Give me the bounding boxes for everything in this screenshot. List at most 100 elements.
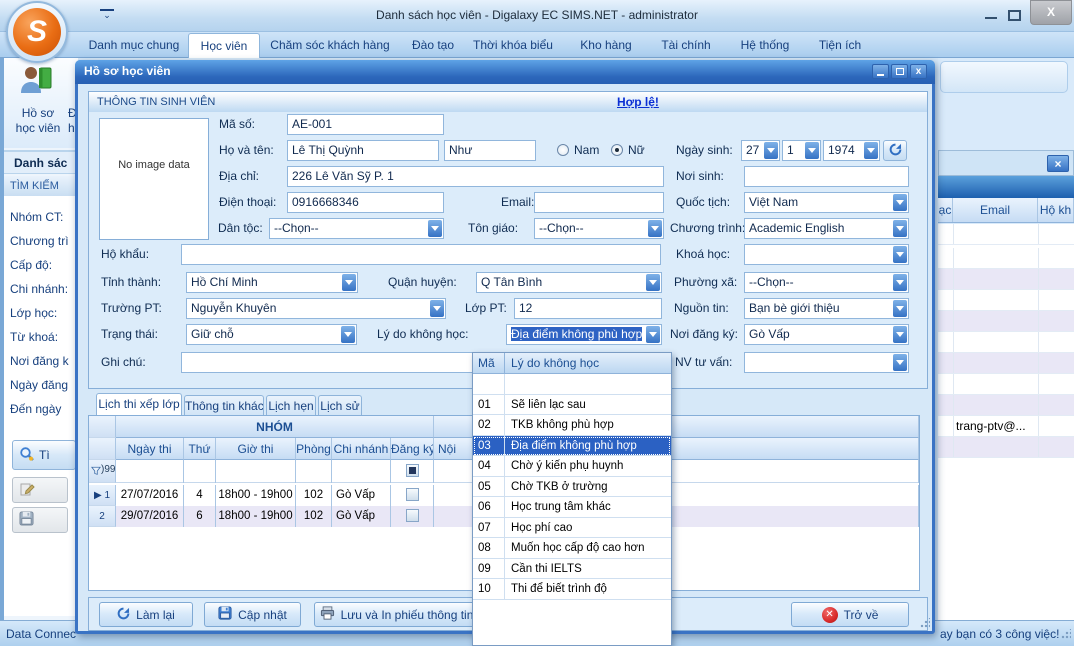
chevron-down-icon[interactable] bbox=[646, 274, 660, 291]
popup-row[interactable]: 07Học phí cao bbox=[473, 518, 671, 539]
filter-cell[interactable] bbox=[116, 460, 184, 483]
chevron-down-icon[interactable] bbox=[764, 142, 778, 159]
table-row[interactable] bbox=[938, 311, 1074, 332]
filter-cell[interactable] bbox=[216, 460, 296, 483]
valid-link[interactable]: Hợp lệ! bbox=[617, 95, 659, 109]
back-button[interactable]: ✕ Trở về bbox=[791, 602, 909, 627]
radio-nam[interactable] bbox=[557, 144, 569, 156]
table-row[interactable] bbox=[938, 353, 1074, 374]
menu-kho-hang[interactable]: Kho hàng bbox=[574, 32, 638, 58]
student-profile-icon[interactable] bbox=[18, 63, 56, 106]
chevron-down-icon[interactable] bbox=[893, 194, 907, 211]
popup-row[interactable]: 09Cần thi IELTS bbox=[473, 559, 671, 580]
chevron-down-icon[interactable] bbox=[430, 300, 444, 317]
popup-row[interactable]: 04Chờ ý kiến phụ huynh bbox=[473, 456, 671, 477]
table-row-email[interactable]: trang-ptv@... bbox=[938, 416, 1074, 437]
ma-so-field[interactable]: AE-001 bbox=[287, 114, 444, 135]
chevron-down-icon[interactable] bbox=[893, 246, 907, 263]
menu-he-thong[interactable]: Hệ thống bbox=[734, 32, 796, 58]
menu-cham-soc-khach-hang[interactable]: Chăm sóc khách hàng bbox=[268, 32, 392, 58]
resize-grip[interactable] bbox=[1061, 629, 1071, 639]
chevron-down-icon[interactable] bbox=[342, 274, 356, 291]
close-icon[interactable]: x bbox=[910, 64, 927, 79]
birth-year-combo[interactable]: 1974 bbox=[823, 140, 880, 161]
tinh-thanh-combo[interactable]: Hồ Chí Minh bbox=[186, 272, 358, 293]
noi-dang-ky-combo[interactable]: Gò Vấp bbox=[744, 324, 909, 345]
filter-checkbox[interactable] bbox=[406, 464, 419, 477]
column-phong[interactable]: Phòng bbox=[296, 438, 332, 460]
noi-sinh-field[interactable] bbox=[744, 166, 909, 187]
dia-chi-field[interactable]: 226 Lê Văn Sỹ P. 1 bbox=[287, 166, 664, 187]
table-row[interactable] bbox=[938, 269, 1074, 290]
menu-thoi-khoa-bieu[interactable]: Thời khóa biểu bbox=[470, 32, 556, 58]
chevron-down-icon[interactable] bbox=[893, 300, 907, 317]
email-field[interactable] bbox=[534, 192, 664, 213]
toolbar-button-label-line2[interactable]: học viên bbox=[6, 121, 70, 135]
filter-cell[interactable] bbox=[184, 460, 216, 483]
band-nhom[interactable]: NHÓM bbox=[116, 416, 434, 438]
trang-thai-combo[interactable]: Giữ chỗ bbox=[186, 324, 357, 345]
column-ngay-thi[interactable]: Ngày thi bbox=[116, 438, 184, 460]
column-email[interactable]: Email bbox=[953, 198, 1038, 222]
chevron-down-icon[interactable] bbox=[428, 220, 442, 237]
column-lien-lac[interactable]: ạc bbox=[938, 198, 953, 222]
table-row[interactable] bbox=[938, 248, 1074, 269]
register-checkbox[interactable] bbox=[406, 509, 419, 522]
radio-nu[interactable] bbox=[611, 144, 623, 156]
column-thu[interactable]: Thứ bbox=[184, 438, 216, 460]
dialog-titlebar[interactable]: Hồ sơ học viên x bbox=[75, 60, 935, 84]
chevron-down-icon[interactable] bbox=[341, 326, 355, 343]
column-chi-nhanh[interactable]: Chi nhánh bbox=[332, 438, 391, 460]
ho-khau-field[interactable] bbox=[181, 244, 661, 265]
filter-cell[interactable] bbox=[296, 460, 332, 483]
dan-toc-combo[interactable]: --Chọn-- bbox=[269, 218, 444, 239]
update-button[interactable]: Cập nhật bbox=[204, 602, 301, 627]
chuong-trinh-combo[interactable]: Academic English bbox=[744, 218, 909, 239]
menu-hoc-vien[interactable]: Học viên bbox=[188, 33, 260, 58]
quan-huyen-combo[interactable]: Q Tân Bình bbox=[476, 272, 662, 293]
chevron-down-icon[interactable] bbox=[893, 274, 907, 291]
close-icon[interactable]: × bbox=[1047, 155, 1069, 172]
tab-lich-thi-xep-lop[interactable]: Lịch thi xếp lớp bbox=[96, 393, 182, 415]
birth-day-combo[interactable]: 27 bbox=[741, 140, 780, 161]
chevron-down-icon[interactable] bbox=[893, 354, 907, 371]
birth-month-combo[interactable]: 1 bbox=[782, 140, 821, 161]
chevron-down-icon[interactable] bbox=[864, 142, 878, 159]
refresh-age-button[interactable] bbox=[883, 140, 907, 161]
ten-field[interactable]: Như bbox=[444, 140, 536, 161]
chevron-down-icon[interactable] bbox=[648, 220, 662, 237]
column-dang-ky[interactable]: Đăng ký bbox=[391, 438, 434, 460]
filter-cell-dang-ky[interactable] bbox=[391, 460, 434, 483]
minimize-icon[interactable] bbox=[872, 64, 889, 79]
save-button-sidebar[interactable] bbox=[12, 507, 68, 533]
popup-row[interactable]: 08Muốn học cấp độ cao hơn bbox=[473, 538, 671, 559]
popup-row[interactable]: 06Học trung tâm khác bbox=[473, 497, 671, 518]
chevron-down-icon[interactable] bbox=[805, 142, 819, 159]
menu-tai-chinh[interactable]: Tài chính bbox=[656, 32, 716, 58]
tab-thong-tin-khac[interactable]: Thông tin khác bbox=[184, 395, 264, 417]
table-row[interactable] bbox=[938, 395, 1074, 416]
quoc-tich-combo[interactable]: Việt Nam bbox=[744, 192, 909, 213]
maximize-icon[interactable] bbox=[1006, 7, 1024, 21]
dien-thoai-field[interactable]: 0916668346 bbox=[287, 192, 444, 213]
nv-tu-van-combo[interactable] bbox=[744, 352, 909, 373]
tab-danh-sach[interactable]: Danh sác bbox=[4, 150, 78, 174]
menu-dao-tao[interactable]: Đào tạo bbox=[404, 32, 462, 58]
toolbar-button2-fragment2[interactable]: h bbox=[68, 121, 75, 135]
khoa-hoc-combo[interactable] bbox=[744, 244, 909, 265]
dialog-resize-grip[interactable] bbox=[920, 618, 930, 628]
chevron-down-icon[interactable] bbox=[646, 326, 660, 343]
chevron-down-icon[interactable] bbox=[893, 326, 907, 343]
ly-do-combo[interactable]: Địa điểm không phù hợp bbox=[506, 324, 662, 345]
truong-pt-combo[interactable]: Nguyễn Khuyên bbox=[186, 298, 446, 319]
ho-field[interactable]: Lê Thị Quỳnh bbox=[287, 140, 439, 161]
search-button[interactable]: Tì bbox=[12, 440, 76, 470]
column-gio-thi[interactable]: Giờ thi bbox=[216, 438, 296, 460]
popup-row-empty[interactable] bbox=[473, 374, 671, 395]
nguon-tin-combo[interactable]: Bạn bè giới thiệu bbox=[744, 298, 909, 319]
lop-pt-field[interactable]: 12 bbox=[514, 298, 662, 319]
phuong-xa-combo[interactable]: --Chọn-- bbox=[744, 272, 909, 293]
menu-tien-ich[interactable]: Tiện ích bbox=[812, 32, 868, 58]
close-icon[interactable]: X bbox=[1030, 0, 1072, 25]
filter-row[interactable] bbox=[938, 224, 1074, 245]
